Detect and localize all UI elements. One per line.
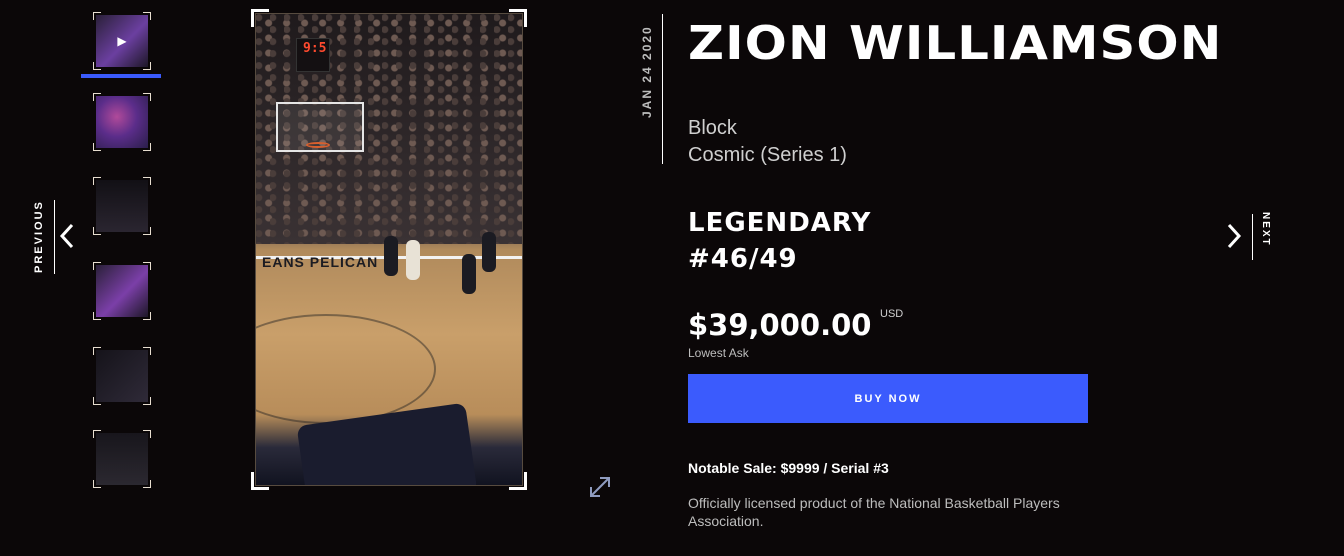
thumbnail-block-card[interactable] (93, 177, 151, 235)
price-caption: Lowest Ask (688, 346, 749, 360)
active-thumbnail-indicator (81, 74, 161, 78)
moment-detail-page: ▶ PREVIOUS 9:5 EANS PELICAN JAN 24 2020 … (0, 0, 1344, 556)
moment-video[interactable]: 9:5 EANS PELICAN (251, 9, 527, 490)
previous-divider (54, 200, 55, 274)
basketball-rim (306, 142, 330, 148)
date-divider (662, 14, 663, 164)
play-type: Block (688, 117, 737, 139)
buy-now-button[interactable]: BUY NOW (688, 374, 1088, 423)
set-name: Cosmic (Series 1) (688, 144, 847, 166)
license-text: Officially licensed product of the Natio… (688, 495, 1060, 529)
player-name: ZION WILLIAMSON (688, 16, 1223, 70)
serial-number: #46/49 (688, 244, 798, 274)
notable-sale: Notable Sale: $9999 / Serial #3 (688, 460, 889, 476)
rarity-tier: LEGENDARY (688, 208, 872, 238)
frame-corner (509, 472, 527, 490)
thumbnail-player-card[interactable] (93, 262, 151, 320)
chevron-right-icon (1226, 222, 1242, 255)
thumbnail-team-logo[interactable] (93, 430, 151, 488)
moment-date: JAN 24 2020 (640, 25, 654, 118)
player-figure (482, 232, 496, 272)
next-button[interactable]: NEXT (1222, 212, 1274, 264)
thumbnail-action-card[interactable] (93, 347, 151, 405)
thumbnail-video[interactable]: ▶ (93, 12, 151, 70)
expand-icon[interactable] (587, 474, 613, 500)
price-currency: USD (880, 308, 904, 320)
moment-date-block: JAN 24 2020 (636, 14, 666, 166)
shot-clock-value: 9:5 (303, 41, 327, 56)
next-divider (1252, 214, 1253, 260)
player-figure (406, 240, 420, 280)
lowest-ask-price: $39,000.00 (688, 308, 872, 342)
court-arc (256, 314, 436, 424)
frame-corner (251, 9, 269, 27)
previous-label: PREVIOUS (33, 200, 45, 274)
frame-corner (509, 9, 527, 27)
player-figure (384, 236, 398, 276)
frame-corner (251, 472, 269, 490)
player-figure (462, 254, 476, 294)
thumbnail-stats[interactable] (93, 93, 151, 151)
previous-button[interactable]: PREVIOUS (33, 198, 83, 278)
shot-clock: 9:5 (296, 38, 330, 72)
next-label: NEXT (1260, 212, 1271, 247)
chevron-left-icon (59, 222, 75, 255)
video-frame: 9:5 EANS PELICAN (255, 13, 523, 486)
court-text: EANS PELICAN (262, 254, 379, 270)
play-icon: ▶ (117, 34, 127, 48)
